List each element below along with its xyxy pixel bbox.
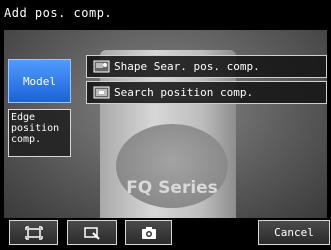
title-bar: Add pos. comp. bbox=[0, 0, 331, 30]
category-model[interactable]: Model bbox=[8, 59, 71, 103]
menu-item-search-position[interactable]: Search position comp. bbox=[86, 81, 327, 104]
zoom-icon bbox=[84, 226, 100, 240]
category-model-label: Model bbox=[22, 74, 57, 88]
menu-item-label: Shape Sear. pos. comp. bbox=[114, 60, 260, 73]
product-label-text: FQ Series bbox=[126, 178, 218, 198]
cancel-button[interactable]: Cancel bbox=[258, 220, 330, 245]
camera-icon bbox=[141, 226, 156, 239]
screen: FQ Series Add pos. comp. Model Edge posi… bbox=[0, 0, 331, 250]
menu-item-label: Search position comp. bbox=[114, 86, 254, 99]
fit-to-screen-icon bbox=[24, 225, 43, 240]
page-title: Add pos. comp. bbox=[4, 6, 113, 20]
category-edge-position[interactable]: Edge position comp. bbox=[8, 109, 71, 157]
capture-button[interactable] bbox=[125, 220, 172, 245]
menu-item-shape-search[interactable]: Shape Sear. pos. comp. bbox=[86, 55, 327, 78]
shape-search-icon bbox=[93, 60, 110, 73]
zoom-button[interactable] bbox=[67, 220, 117, 245]
fit-button[interactable] bbox=[9, 220, 58, 245]
search-position-icon bbox=[93, 86, 110, 99]
